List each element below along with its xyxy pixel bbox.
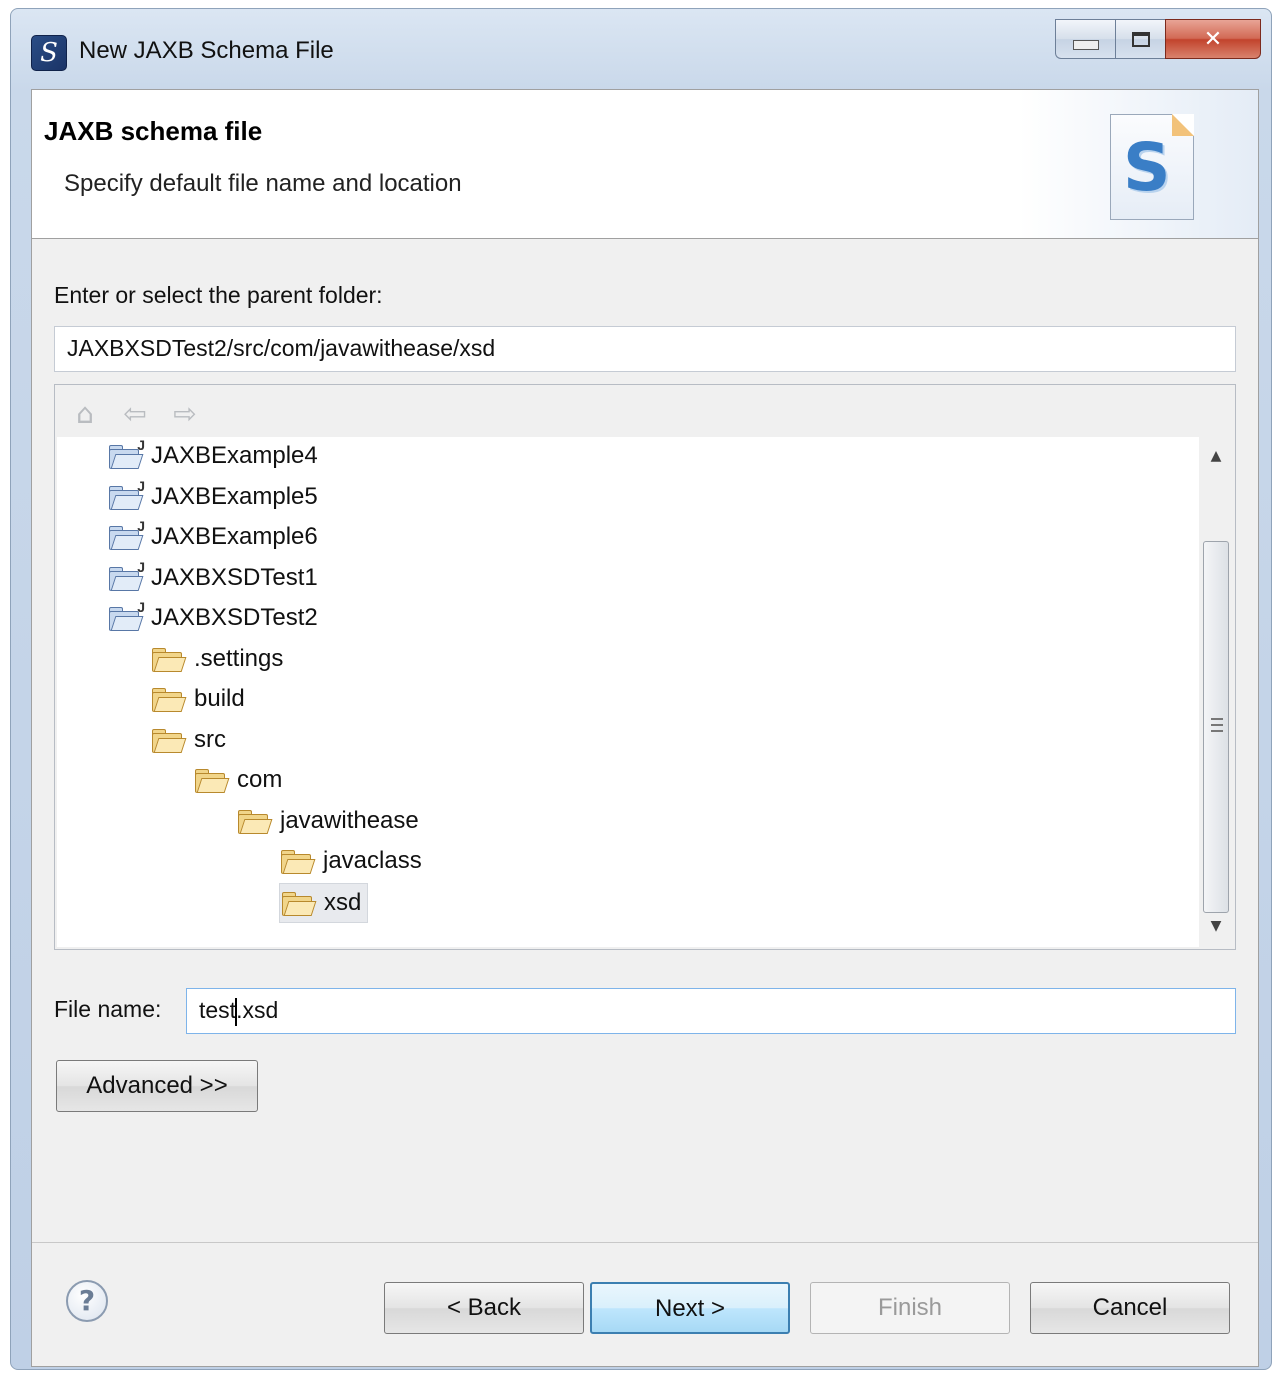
schema-letter: S bbox=[1123, 129, 1171, 206]
cancel-button[interactable]: Cancel bbox=[1030, 1282, 1230, 1334]
file-name-value-end: .xsd bbox=[236, 997, 279, 1023]
page-fold bbox=[1172, 114, 1194, 136]
parent-folder-input[interactable]: JAXBXSDTest2/src/com/javawithease/xsd bbox=[54, 326, 1236, 372]
tree-item[interactable]: xsd bbox=[279, 882, 369, 923]
tree-item[interactable]: com bbox=[193, 761, 282, 799]
tree-item-label: xsd bbox=[324, 888, 362, 916]
folder-icon bbox=[150, 686, 187, 712]
close-button[interactable]: ✕ bbox=[1165, 19, 1261, 59]
dialog-window: S New JAXB Schema File ✕ JAXB schema fil… bbox=[10, 8, 1272, 1370]
grip-icon bbox=[1211, 718, 1223, 732]
tree-item[interactable]: J JAXBExample4 bbox=[107, 437, 318, 475]
project-folder-icon: J bbox=[107, 599, 145, 631]
tree-item[interactable]: javawithease bbox=[236, 802, 419, 840]
tree-toolbar: ⌂ ⇦ ⇨ bbox=[67, 393, 203, 433]
close-icon: ✕ bbox=[1203, 26, 1223, 52]
maximize-button[interactable] bbox=[1115, 19, 1165, 59]
file-name-input[interactable]: test.xsd bbox=[186, 988, 1236, 1034]
minimize-icon bbox=[1072, 40, 1099, 50]
back-arrow-icon[interactable]: ⇦ bbox=[117, 395, 153, 431]
folder-icon bbox=[280, 890, 317, 916]
tree-item-label: com bbox=[237, 766, 283, 793]
tree-item[interactable]: javaclass bbox=[279, 842, 422, 880]
window-controls: ✕ bbox=[1055, 19, 1261, 61]
tree-item[interactable]: build bbox=[150, 680, 245, 718]
minimize-button[interactable] bbox=[1055, 19, 1115, 59]
folder-tree-panel: ⌂ ⇦ ⇨ J JAXBExample4 J JAXBExample5 J JAXBExa… bbox=[54, 384, 1236, 950]
scroll-up-icon[interactable]: ▲ bbox=[1201, 441, 1231, 471]
finish-button[interactable]: Finish bbox=[810, 1282, 1010, 1334]
folder-icon bbox=[150, 646, 187, 672]
wizard-banner: JAXB schema file Specify default file na… bbox=[32, 90, 1258, 239]
project-folder-icon: J bbox=[107, 559, 145, 591]
tree-item[interactable]: J JAXBExample6 bbox=[107, 518, 318, 556]
tree-item-label: .settings bbox=[194, 644, 284, 672]
project-folder-icon: J bbox=[107, 437, 145, 469]
folder-tree[interactable]: J JAXBExample4 J JAXBExample5 J JAXBExample6 J… bbox=[57, 437, 1199, 947]
back-button[interactable]: < Back bbox=[384, 1282, 584, 1334]
scroll-thumb[interactable] bbox=[1203, 541, 1229, 913]
home-icon[interactable]: ⌂ bbox=[67, 395, 103, 431]
tree-item[interactable]: src bbox=[150, 721, 226, 759]
folder-icon bbox=[193, 767, 230, 793]
scroll-down-icon[interactable]: ▼ bbox=[1201, 911, 1231, 941]
banner-subtitle: Specify default file name and location bbox=[64, 170, 462, 197]
project-folder-icon: J bbox=[107, 518, 145, 550]
project-folder-icon: J bbox=[107, 478, 145, 510]
help-icon[interactable]: ? bbox=[66, 1280, 108, 1322]
forward-arrow-icon[interactable]: ⇨ bbox=[167, 395, 203, 431]
tree-item-label: JAXBExample5 bbox=[151, 482, 318, 510]
advanced-button[interactable]: Advanced >> bbox=[56, 1060, 258, 1112]
tree-item-label: JAXBExample4 bbox=[151, 442, 318, 469]
next-button[interactable]: Next > bbox=[590, 1282, 790, 1334]
tree-item-label: JAXBXSDTest1 bbox=[151, 563, 318, 591]
banner-title: JAXB schema file bbox=[44, 116, 263, 146]
tree-scrollbar[interactable]: ▲ ▼ bbox=[1201, 437, 1231, 947]
schema-s-icon: S bbox=[1110, 114, 1194, 220]
parent-folder-label: Enter or select the parent folder: bbox=[54, 282, 383, 308]
footer-divider bbox=[32, 1242, 1258, 1243]
tree-item[interactable]: J JAXBXSDTest1 bbox=[107, 559, 318, 597]
tree-item-label: build bbox=[194, 685, 245, 712]
file-name-label: File name: bbox=[54, 996, 162, 1022]
title-bar[interactable]: S New JAXB Schema File ✕ bbox=[11, 9, 1271, 87]
tree-item-label: JAXBExample6 bbox=[151, 523, 318, 550]
folder-icon bbox=[236, 808, 273, 834]
tree-item-label: javaclass bbox=[323, 847, 422, 874]
tree-item[interactable]: J JAXBXSDTest2 bbox=[107, 599, 318, 637]
maximize-icon bbox=[1131, 31, 1150, 47]
window-title: New JAXB Schema File bbox=[79, 37, 334, 64]
folder-icon bbox=[150, 727, 187, 753]
file-name-value-start: test bbox=[199, 997, 237, 1023]
dialog-content: JAXB schema file Specify default file na… bbox=[31, 89, 1259, 1367]
tree-item[interactable]: J JAXBExample5 bbox=[107, 478, 318, 516]
tree-item-label: JAXBXSDTest2 bbox=[151, 604, 318, 631]
tree-item-label: javawithease bbox=[280, 806, 419, 834]
tree-item[interactable]: .settings bbox=[150, 640, 283, 678]
tree-item-label: src bbox=[194, 725, 226, 753]
folder-icon bbox=[279, 848, 316, 874]
app-logo-icon: S bbox=[31, 35, 67, 71]
